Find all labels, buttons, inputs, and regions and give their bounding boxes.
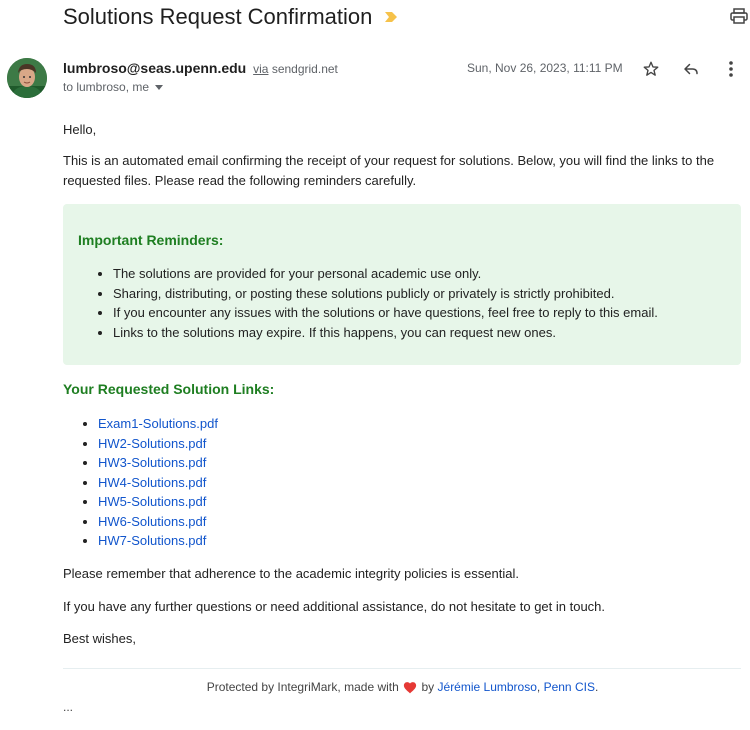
list-item: HW5-Solutions.pdf	[98, 492, 218, 512]
reminder-item: Links to the solutions may expire. If th…	[113, 323, 658, 343]
footer: Protected by IntegriMark, made with by J…	[0, 680, 750, 694]
subject-row: Solutions Request Confirmation	[63, 4, 740, 30]
reminders-title: Important Reminders:	[78, 232, 224, 248]
sender-line: lumbroso@seas.upenn.edu via sendgrid.net	[63, 60, 338, 76]
solution-link-hw4[interactable]: HW4-Solutions.pdf	[98, 475, 206, 490]
footer-prefix: Protected by IntegriMark, made with	[206, 680, 399, 694]
list-item: HW4-Solutions.pdf	[98, 473, 218, 493]
reminder-item: Sharing, distributing, or posting these …	[113, 284, 658, 304]
solution-link-hw3[interactable]: HW3-Solutions.pdf	[98, 455, 206, 470]
solution-link-hw5[interactable]: HW5-Solutions.pdf	[98, 494, 206, 509]
email-subject: Solutions Request Confirmation	[63, 4, 373, 29]
label-chevron-icon[interactable]	[385, 12, 398, 22]
reminders-box: Important Reminders: The solutions are p…	[63, 204, 741, 365]
via-domain: sendgrid.net	[271, 62, 338, 76]
trimmed-content-ellipsis[interactable]: ...	[63, 700, 73, 714]
solution-link-hw2[interactable]: HW2-Solutions.pdf	[98, 436, 206, 451]
intro-paragraph: This is an automated email confirming th…	[63, 153, 715, 188]
reply-icon	[684, 63, 698, 75]
list-item: HW2-Solutions.pdf	[98, 434, 218, 454]
org-link[interactable]: Penn CIS	[544, 680, 595, 694]
more-vertical-icon	[729, 61, 733, 77]
footer-comma: ,	[536, 680, 541, 694]
star-button[interactable]	[640, 58, 662, 80]
recipients-line[interactable]: to lumbroso, me	[63, 80, 164, 94]
recipients-dropdown-icon[interactable]	[155, 84, 164, 90]
print-icon[interactable]	[730, 8, 748, 24]
solution-link-exam1[interactable]: Exam1-Solutions.pdf	[98, 416, 218, 431]
star-icon	[643, 61, 659, 76]
sender-email[interactable]: lumbroso@seas.upenn.edu	[63, 60, 246, 76]
reminders-list: The solutions are provided for your pers…	[98, 264, 658, 342]
via-text: via sendgrid.net	[253, 62, 338, 76]
author-link[interactable]: Jérémie Lumbroso	[438, 680, 537, 694]
sign-off: Best wishes,	[63, 631, 136, 646]
list-item: Exam1-Solutions.pdf	[98, 414, 218, 434]
solution-link-hw7[interactable]: HW7-Solutions.pdf	[98, 533, 206, 548]
greeting: Hello,	[63, 122, 97, 137]
via-label[interactable]: via	[253, 62, 268, 76]
reply-button[interactable]	[680, 58, 702, 80]
footer-by: by	[421, 680, 435, 694]
recipients-text: to lumbroso, me	[63, 80, 150, 94]
footer-divider	[63, 668, 741, 669]
reminder-item: If you encounter any issues with the sol…	[113, 303, 658, 323]
integrity-reminder: Please remember that adherence to the ac…	[63, 566, 519, 581]
list-item: HW6-Solutions.pdf	[98, 512, 218, 532]
list-item: HW3-Solutions.pdf	[98, 453, 218, 473]
solution-link-hw6[interactable]: HW6-Solutions.pdf	[98, 514, 206, 529]
sender-avatar[interactable]	[7, 58, 47, 98]
contact-note: If you have any further questions or nee…	[63, 599, 606, 614]
links-title: Your Requested Solution Links:	[63, 381, 275, 397]
footer-period: .	[594, 680, 599, 694]
reminder-item: The solutions are provided for your pers…	[113, 264, 658, 284]
list-item: HW7-Solutions.pdf	[98, 531, 218, 551]
heart-icon	[404, 682, 417, 694]
solution-links-list: Exam1-Solutions.pdf HW2-Solutions.pdf HW…	[83, 414, 218, 551]
more-options-button[interactable]	[720, 58, 742, 80]
email-date: Sun, Nov 26, 2023, 11:11 PM	[467, 61, 623, 75]
